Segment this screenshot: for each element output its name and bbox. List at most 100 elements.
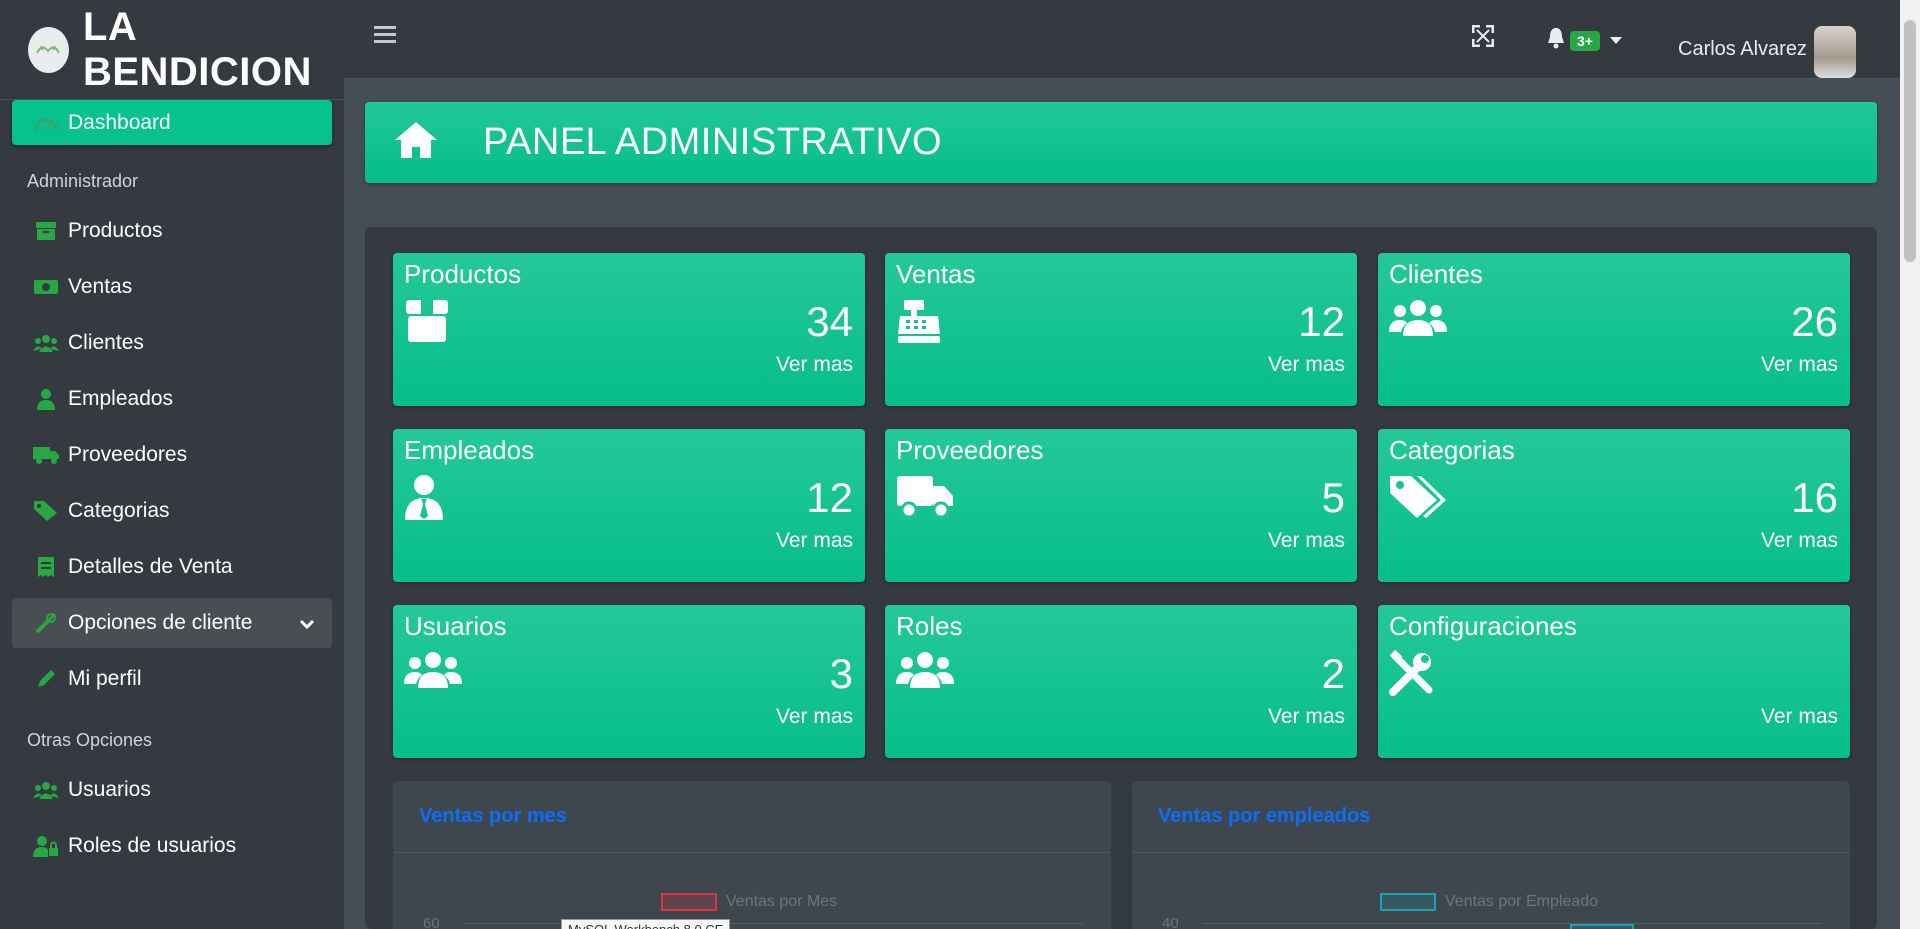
chart-gridline [463,923,1083,924]
chart-title: Ventas por empleados [1158,805,1371,827]
ver-mas-link[interactable]: Ver mas [776,705,853,729]
card-title: Clientes [1389,259,1483,289]
ver-mas-link[interactable]: Ver mas [1268,529,1345,553]
users-icon [32,332,60,354]
ver-mas-link[interactable]: Ver mas [1761,353,1838,377]
users-icon [404,650,462,695]
card-title: Categorias [1389,435,1515,465]
info-card-proveedores[interactable]: Proveedores 5 Ver mas [885,429,1357,582]
user-tie-icon [404,474,444,525]
brand-name: LA BENDICION [82,4,312,94]
tooltip: MySQL Workbench 8.0 CE [561,919,731,929]
info-card-roles[interactable]: Roles 2 Ver mas [885,605,1357,758]
truck-icon [32,444,60,466]
brand[interactable]: LA BENDICION [0,0,344,100]
info-card-ventas[interactable]: Ventas 12 Ver mas [885,253,1357,406]
sidebar-item-label: Clientes [68,331,144,354]
sidebar: LA BENDICION Dashboard Administrador Pro… [0,0,344,929]
notifications-button[interactable]: 3+ [1546,27,1622,54]
top-navbar: 3+ Carlos Alvarez [344,0,1900,79]
ver-mas-link[interactable]: Ver mas [1761,705,1838,729]
money-icon [32,276,60,298]
card-title: Configuraciones [1389,611,1577,641]
sidebar-item-detalles-de-venta[interactable]: Detalles de Venta [12,542,332,592]
chart-card-ventas-por-mes: Ventas por mes Ventas por Mes 60 MySQL W… [393,781,1111,929]
sidebar-item-label: Proveedores [68,443,188,466]
card-title: Roles [896,611,963,641]
divider [1132,852,1850,853]
scrollbar-thumb[interactable] [1904,20,1916,262]
card-count: 3 [829,650,853,697]
page-title: PANEL ADMINISTRATIVO [483,121,943,163]
info-card-empleados[interactable]: Empleados 12 Ver mas [393,429,865,582]
chart-gridline [1202,923,1822,924]
box-icon [404,298,450,349]
card-count: 5 [1321,474,1345,521]
card-title: Proveedores [896,435,1044,465]
ver-mas-link[interactable]: Ver mas [1268,705,1345,729]
brand-logo-icon [28,26,69,73]
sidebar-item-usuarios[interactable]: Usuarios [12,765,332,815]
sidebar-item-ventas[interactable]: Ventas [12,262,332,312]
chart-title: Ventas por mes [419,805,567,827]
users-icon [32,779,60,801]
fullscreen-icon[interactable] [1471,24,1495,52]
card-count: 12 [806,474,853,521]
sidebar-item-mi-perfil[interactable]: Mi perfil [12,654,332,704]
legend-swatch [1380,893,1436,911]
sidebar-item-label: Usuarios [68,778,151,801]
chevron-down-icon[interactable] [299,611,315,635]
chart-card-ventas-por-empleados: Ventas por empleados Ventas por Empleado… [1132,781,1850,929]
sidebar-item-label: Opciones de cliente [68,611,253,634]
info-card-categorias[interactable]: Categorias 16 Ver mas [1378,429,1850,582]
bell-icon [1546,27,1566,54]
info-card-productos[interactable]: Productos 34 Ver mas [393,253,865,406]
truck-icon [896,474,954,525]
receipt-icon [32,556,60,578]
ver-mas-link[interactable]: Ver mas [1268,353,1345,377]
sidebar-item-empleados[interactable]: Empleados [12,374,332,424]
sidebar-item-categorias[interactable]: Categorias [12,486,332,536]
info-card-clientes[interactable]: Clientes 26 Ver mas [1378,253,1850,406]
ver-mas-link[interactable]: Ver mas [1761,529,1838,553]
home-icon [393,120,439,165]
notifications-badge: 3+ [1570,30,1600,51]
sidebar-item-label: Roles de usuarios [68,834,237,857]
sidebar-header-other: Otras Opciones [27,730,153,750]
user-name[interactable]: Carlos Alvarez [1678,38,1807,61]
sidebar-item-proveedores[interactable]: Proveedores [12,430,332,480]
chart-legend[interactable]: Ventas por Empleado [1380,893,1598,911]
card-count: 2 [1321,650,1345,697]
cash-register-icon [896,298,942,349]
user-tie-icon [32,388,60,410]
y-tick-label: 40 [1162,915,1179,929]
info-card-usuarios[interactable]: Usuarios 3 Ver mas [393,605,865,758]
sidebar-item-label: Mi perfil [68,667,142,690]
avatar[interactable] [1814,26,1856,78]
card-count: 16 [1791,474,1838,521]
ver-mas-link[interactable]: Ver mas [776,529,853,553]
card-count: 26 [1791,298,1838,345]
sidebar-item-roles-de-usuarios[interactable]: Roles de usuarios [12,821,332,871]
info-card-configuraciones[interactable]: Configuraciones Ver mas [1378,605,1850,758]
ver-mas-link[interactable]: Ver mas [776,353,853,377]
sidebar-item-clientes[interactable]: Clientes [12,318,332,368]
sidebar-item-label: Productos [68,219,163,242]
card-title: Ventas [896,259,976,289]
sidebar-item-label: Dashboard [68,110,171,134]
sidebar-item-productos[interactable]: Productos [12,206,332,256]
tools-icon [32,612,60,634]
sidebar-item-dashboard[interactable]: Dashboard [12,100,332,145]
menu-toggle-icon[interactable] [374,24,396,49]
sidebar-item-label: Empleados [68,387,174,410]
chart-legend[interactable]: Ventas por Mes [661,893,837,911]
users-icon [896,650,954,695]
pencil-icon [32,668,60,690]
box-icon [32,220,60,242]
legend-swatch [661,893,717,911]
sidebar-item-opciones-de-cliente[interactable]: Opciones de cliente [12,598,332,648]
page-scrollbar[interactable] [1900,0,1920,929]
page-header: PANEL ADMINISTRATIVO [365,102,1877,183]
tags-icon [1389,474,1447,525]
tools-icon [1389,649,1435,701]
